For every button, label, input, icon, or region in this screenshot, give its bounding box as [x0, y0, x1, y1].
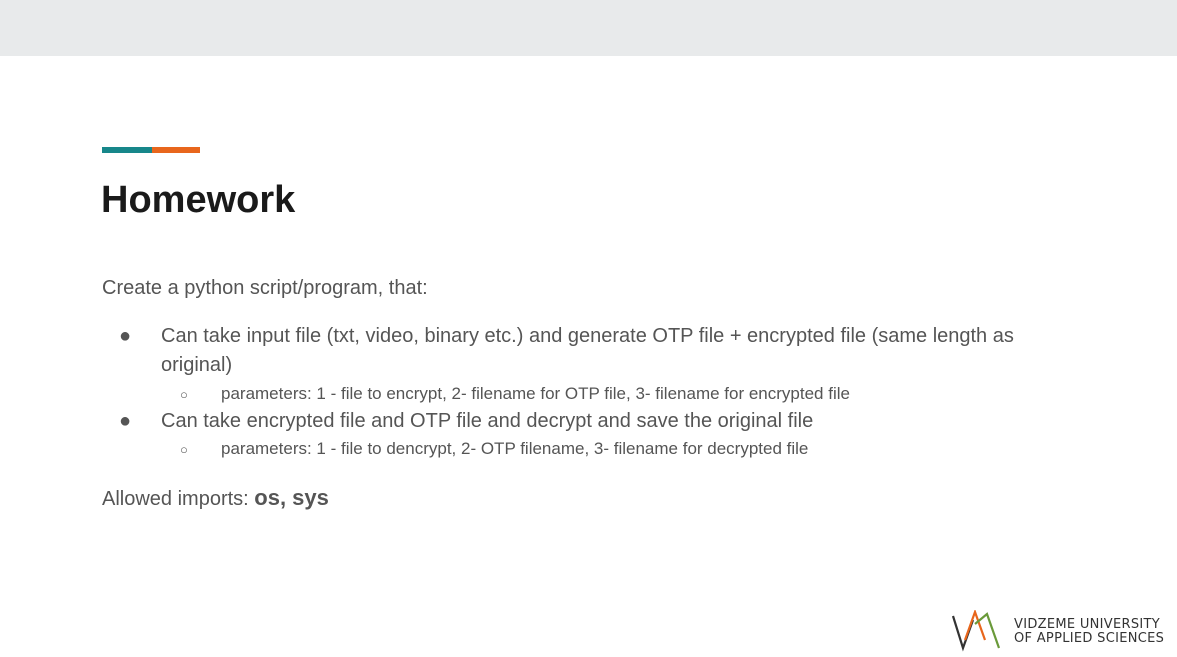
sub-bullet-icon: ○ — [180, 442, 188, 457]
logo-text-line2: OF APPLIED SCIENCES — [1014, 631, 1165, 646]
logo-text-line1: VIDZEME UNIVERSITY — [1014, 617, 1161, 632]
sub-bullet-encrypt-params: parameters: 1 - file to encrypt, 2- file… — [221, 384, 850, 403]
vidzeme-logo-icon — [951, 610, 1001, 652]
allowed-imports-label: Allowed imports: — [102, 488, 255, 510]
university-logo: VIDZEME UNIVERSITY OF APPLIED SCIENCES — [951, 610, 1171, 652]
accent-orange — [152, 147, 200, 153]
slide-title: Homework — [101, 179, 296, 221]
bullet-icon: ● — [119, 410, 132, 432]
title-accent-bar — [102, 147, 200, 153]
bullet-item-encrypt: Can take input file (txt, video, binary … — [161, 325, 1014, 376]
sub-bullet-decrypt-params: parameters: 1 - file to dencrypt, 2- OTP… — [221, 439, 809, 458]
bullet-icon: ● — [119, 325, 132, 347]
sub-bullet-icon: ○ — [180, 387, 188, 402]
allowed-imports: Allowed imports: os, sys — [102, 485, 329, 512]
allowed-imports-value: os, sys — [254, 485, 329, 510]
bullet-item-decrypt: Can take encrypted file and OTP file and… — [161, 410, 814, 432]
top-bar — [0, 0, 1177, 56]
intro-text: Create a python script/program, that: — [102, 277, 428, 299]
accent-teal — [102, 147, 152, 153]
